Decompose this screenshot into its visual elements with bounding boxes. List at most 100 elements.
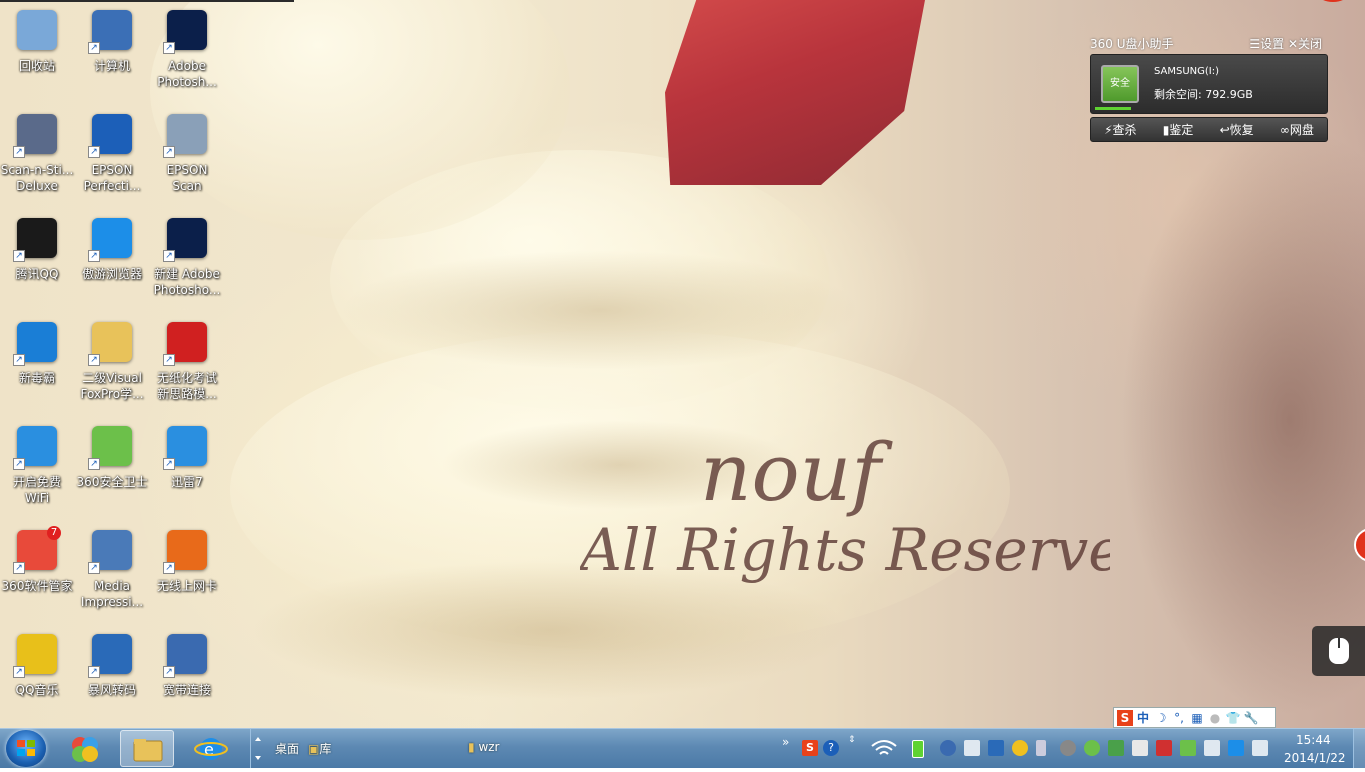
tray-expand-button[interactable]: » [782,735,789,749]
toolbar-desktop[interactable]: 桌面 [275,740,299,757]
usb-safe-status: 安全 [1110,78,1130,89]
desktop-icon-label: 360安全卫士 [76,475,148,489]
desktop-icon[interactable]: ↗ 无线上网卡 [150,526,224,594]
checkmark-icon[interactable] [1180,740,1196,756]
toolbar-folder-wzr[interactable]: ▮ wzr [468,740,499,754]
desktop-icon-label: 暴风转码 [87,683,136,697]
clock-date[interactable]: 2014/1/22 [1284,751,1346,765]
usb-scan-button[interactable]: ⚡查杀 [1104,121,1136,138]
shortcut-arrow-icon: ↗ [163,146,175,158]
clock-time[interactable]: 15:44 [1296,733,1331,747]
notification-bubble[interactable] [1318,0,1348,2]
help-icon[interactable]: ? [823,740,839,756]
wifi-icon: ↗ [13,422,61,470]
sogou-logo-icon[interactable]: S [1117,709,1133,726]
toolbar-separator[interactable] [250,729,265,768]
desktop-icon-label: 二级Visual FoxPro学... [80,371,144,401]
desktop-icon[interactable]: ↗ 傲游浏览器 [75,214,149,282]
mouse-helper-button[interactable] [1312,626,1365,676]
sogou-tray-icon[interactable]: S [802,740,818,756]
360-tray-icon[interactable] [1084,740,1100,756]
shortcut-arrow-icon: ↗ [13,458,25,470]
shortcut-arrow-icon: ↗ [88,42,100,54]
shortcut-arrow-icon: ↗ [13,354,25,366]
network-globe-icon[interactable] [940,740,956,756]
broadband-icon: ↗ [163,630,211,678]
desktop-icon[interactable]: ↗ 暴风转码 [75,630,149,698]
desktop-icon[interactable]: ↗ 迅雷7 [150,422,224,490]
taskbar: e 桌面 ▣库 ▮ wzr » S ? ⇕ 15:44 2014/1/22 [0,728,1365,768]
desktop-icon[interactable]: ↗ 腾讯QQ [0,214,74,282]
qq-penguin-icon: ↗ [13,214,61,262]
ime-keyboard-icon[interactable]: ▦ [1189,710,1205,726]
ime-skin-icon[interactable]: 👕 [1225,710,1241,726]
start-button[interactable] [6,730,46,767]
ime-toolbar: S 中 ☽ °, ▦ ● 👕 🔧 [1113,707,1276,728]
usb-helper-close-button[interactable]: ✕关闭 [1288,37,1322,51]
usb-helper-actions: ⚡查杀 ▮鉴定 ↩恢复 ∞网盘 [1090,117,1328,142]
shortcut-arrow-icon: ↗ [163,562,175,574]
desktop-icon[interactable]: ↗ EPSON Scan [150,110,224,194]
desktop-icon-label: 新毒霸 [18,371,55,385]
qq-tray-icon[interactable] [1012,740,1028,756]
library-icon: ▣ [308,742,320,756]
desktop-icon[interactable]: ↗ 无纸化考试 新思路模... [150,318,224,402]
ime-halfwidth-icon[interactable]: ☽ [1153,710,1169,726]
side-float-button[interactable] [1354,528,1365,562]
shortcut-arrow-icon: ↗ [163,458,175,470]
desktop-icon-label: Adobe Photosh... [157,59,217,89]
usb-helper-settings-button[interactable]: ☰设置 [1249,37,1284,51]
ime-chinese-mode[interactable]: 中 [1135,710,1151,726]
taskbar-360-app[interactable] [58,730,112,767]
flag-icon[interactable] [1132,740,1148,756]
scanner-icon: ↗ [13,110,61,158]
shield-icon[interactable] [1228,740,1244,756]
desktop-icon[interactable]: ↗ 二级Visual FoxPro学... [75,318,149,402]
thunder-bird-icon: ↗ [163,422,211,470]
display-icon[interactable] [964,740,980,756]
clipboard-icon[interactable] [1204,740,1220,756]
eye-icon[interactable] [1060,740,1076,756]
ime-user-icon[interactable]: ● [1207,710,1223,726]
360-safe-icon: ↗ [88,422,136,470]
qq-music-icon: ↗ [13,630,61,678]
colorful-app-icon [72,737,98,762]
desktop-icon[interactable]: ↗ Media Impressi... [75,526,149,610]
taskbar-explorer[interactable] [120,730,174,767]
desktop-icon-label: 回收站 [18,59,55,73]
usb-restore-button[interactable]: ↩恢复 [1220,121,1254,138]
usb-usage-bar [1095,107,1131,110]
usb-identify-button[interactable]: ▮鉴定 [1163,121,1194,138]
show-desktop-button[interactable] [1353,729,1365,768]
usb-cloud-button[interactable]: ∞网盘 [1280,121,1314,138]
tray-scroll-icon[interactable]: ⇕ [848,735,856,745]
monitor-icon[interactable] [1252,740,1268,756]
desktop-icon-label: QQ音乐 [15,683,59,697]
ime-tools-icon[interactable]: 🔧 [1243,710,1259,726]
wifi-signal-icon[interactable] [870,738,898,758]
desktop-icon[interactable]: ↗ QQ音乐 [0,630,74,698]
desktop-icon[interactable]: ↗ EPSON Perfecti... [75,110,149,194]
taskbar-ie[interactable]: e [184,730,238,767]
ime-punctuation-icon[interactable]: °, [1171,710,1187,726]
desktop-icon[interactable]: ↗ 7 360软件管家 [0,526,74,594]
desktop-icon[interactable]: ↗ 新毒霸 [0,318,74,386]
usb-helper-header: 360 U盘小助手 ☰设置 ✕关闭 [1090,35,1330,51]
desktop-icon[interactable]: ↗ Scan-n-Sti... Deluxe [0,110,74,194]
usb-device-icon[interactable] [1036,740,1046,756]
360-software-icon: ↗ 7 [13,526,61,574]
storage-icon[interactable] [988,740,1004,756]
desktop[interactable]: nouf All Rights Reserved 回收站 ↗ 计算机 ↗ Adobe P… [0,0,1365,728]
desktop-icon[interactable]: ↗ 计算机 [75,6,149,74]
desktop-icon[interactable]: ↗ 开启免费 WiFi [0,422,74,506]
volume-muted-icon[interactable] [1156,740,1172,756]
desktop-icon[interactable]: ↗ Adobe Photosh... [150,6,224,90]
battery-icon[interactable] [912,740,924,758]
toolbar-library[interactable]: ▣库 [308,740,331,757]
desktop-icon[interactable]: ↗ 360安全卫士 [75,422,149,490]
security-check-icon[interactable] [1108,740,1124,756]
desktop-icon[interactable]: ↗ 新建 Adobe Photosho... [150,214,224,298]
desktop-icon[interactable]: 回收站 [0,6,74,74]
desktop-icon[interactable]: ↗ 宽带连接 [150,630,224,698]
desktop-icon-label: 傲游浏览器 [81,267,142,281]
